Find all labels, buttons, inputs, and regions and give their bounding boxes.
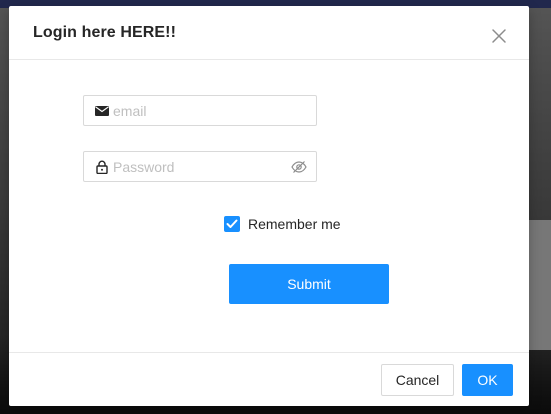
email-field-wrapper: [83, 95, 317, 126]
close-icon[interactable]: [491, 28, 507, 44]
password-field-wrapper: [83, 151, 317, 182]
eye-invisible-icon[interactable]: [291, 160, 307, 174]
ok-button[interactable]: OK: [462, 364, 513, 396]
lock-icon: [95, 160, 109, 175]
modal-title: Login here HERE!!: [33, 24, 177, 41]
login-modal: Login here HERE!! email Remember me Subm…: [9, 6, 529, 406]
modal-header: Login here HERE!!: [9, 6, 529, 60]
modal-footer: Cancel OK: [9, 352, 529, 406]
cancel-button[interactable]: Cancel: [381, 364, 454, 396]
checkbox-checked-icon[interactable]: [224, 216, 240, 232]
password-input[interactable]: [113, 157, 283, 177]
submit-button[interactable]: Submit: [229, 264, 389, 304]
email-input[interactable]: [113, 101, 283, 121]
remember-me-label: Remember me: [248, 216, 341, 232]
mail-icon: [95, 104, 109, 118]
remember-me-checkbox[interactable]: Remember me: [224, 215, 341, 233]
